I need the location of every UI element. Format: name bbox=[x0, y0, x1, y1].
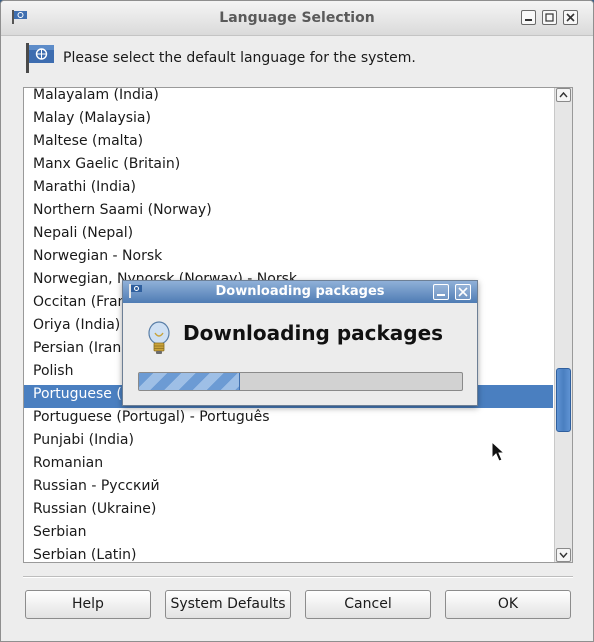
window-title: Language Selection bbox=[219, 10, 375, 26]
scroll-thumb[interactable] bbox=[556, 368, 571, 432]
scroll-up-button[interactable] bbox=[556, 88, 571, 102]
dialog-minimize-button[interactable] bbox=[433, 284, 449, 300]
dialog-close-button[interactable] bbox=[455, 284, 471, 300]
chevron-up-icon bbox=[559, 91, 568, 98]
cancel-button[interactable]: Cancel bbox=[305, 590, 431, 619]
list-item[interactable]: Maltese (malta) bbox=[24, 132, 553, 155]
scroll-down-button[interactable] bbox=[556, 548, 571, 562]
list-item[interactable]: Serbian (Latin) bbox=[24, 546, 553, 562]
title-bar[interactable]: Language Selection bbox=[1, 1, 593, 36]
minimize-icon bbox=[437, 294, 445, 296]
list-item[interactable]: Northern Saami (Norway) bbox=[24, 201, 553, 224]
dialog-title: Downloading packages bbox=[215, 284, 385, 299]
instruction-text: Please select the default language for t… bbox=[63, 50, 416, 66]
mouse-cursor-icon bbox=[491, 441, 505, 462]
download-progress-bar bbox=[138, 372, 463, 391]
help-button[interactable]: Help bbox=[25, 590, 151, 619]
button-separator bbox=[23, 576, 573, 578]
maximize-button[interactable] bbox=[542, 10, 557, 25]
ok-button[interactable]: OK bbox=[445, 590, 571, 619]
close-icon bbox=[566, 13, 575, 22]
lightbulb-icon bbox=[148, 321, 170, 354]
minimize-icon bbox=[525, 19, 532, 21]
progress-fill bbox=[139, 373, 241, 390]
list-item[interactable]: Manx Gaelic (Britain) bbox=[24, 155, 553, 178]
list-item[interactable]: Norwegian - Norsk bbox=[24, 247, 553, 270]
list-item[interactable]: Russian - Русский bbox=[24, 477, 553, 500]
list-item[interactable]: Serbian bbox=[24, 523, 553, 546]
list-item[interactable]: Romanian bbox=[24, 454, 553, 477]
list-item[interactable]: Malay (Malaysia) bbox=[24, 109, 553, 132]
dialog-title-bar[interactable]: Downloading packages bbox=[123, 281, 477, 303]
chevron-down-icon bbox=[559, 552, 568, 559]
downloading-packages-dialog: Downloading packages Downloading package… bbox=[122, 280, 478, 406]
instruction-row: Please select the default language for t… bbox=[23, 41, 583, 77]
close-button[interactable] bbox=[563, 10, 578, 25]
list-item[interactable]: Russian (Ukraine) bbox=[24, 500, 553, 523]
close-icon bbox=[458, 287, 468, 297]
list-item[interactable]: Marathi (India) bbox=[24, 178, 553, 201]
list-item[interactable]: Nepali (Nepal) bbox=[24, 224, 553, 247]
list-item[interactable]: Punjabi (India) bbox=[24, 431, 553, 454]
dialog-heading: Downloading packages bbox=[183, 321, 444, 345]
system-defaults-button[interactable]: System Defaults bbox=[165, 590, 291, 619]
list-item[interactable]: Malayalam (India) bbox=[24, 88, 553, 109]
vertical-scrollbar[interactable] bbox=[554, 88, 572, 562]
minimize-button[interactable] bbox=[521, 10, 536, 25]
list-item[interactable]: Portuguese (Portugal) - Português bbox=[24, 408, 553, 431]
maximize-icon bbox=[545, 13, 554, 22]
language-flag-icon bbox=[26, 43, 54, 73]
